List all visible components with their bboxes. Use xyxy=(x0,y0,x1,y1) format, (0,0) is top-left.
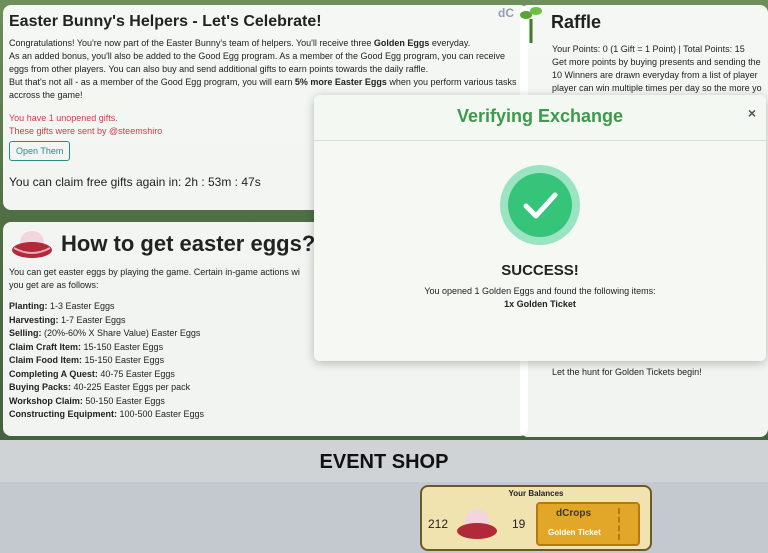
item-label: Completing A Quest: xyxy=(9,368,98,379)
item-value: (20%-60% X Share Value) Easter Eggs xyxy=(41,328,201,338)
item-label: Constructing Equipment: xyxy=(9,409,117,419)
modal-header: Verifying Exchange × xyxy=(314,95,766,141)
helpers-bold-text: Golden Eggs xyxy=(373,38,430,48)
list-item: Completing A Quest: 40-75 Easter Eggs xyxy=(9,368,522,382)
helpers-text: Congratulations! You're now part of the … xyxy=(9,38,374,48)
found-item: 1x Golden Ticket xyxy=(504,299,576,309)
item-label: Workshop Claim: xyxy=(9,395,83,406)
item-label: Harvesting: xyxy=(9,314,59,325)
raffle-points: Your Points: 0 (1 Gift = 1 Point) | Tota… xyxy=(552,44,745,54)
shop-backdrop-lower xyxy=(0,482,768,553)
golden-ticket-icon: dCrops Golden Ticket xyxy=(536,502,640,546)
item-label: Claim Craft Item: xyxy=(9,341,82,352)
item-value: 40-75 Easter Eggs xyxy=(97,368,175,379)
ticket-stub xyxy=(618,508,634,540)
item-label: Selling: xyxy=(9,328,42,338)
helpers-title: Easter Bunny's Helpers - Let's Celebrate… xyxy=(9,13,322,30)
raffle-line: player can win multiple times per day so… xyxy=(552,83,762,93)
easter-egg-basket-icon xyxy=(12,231,52,258)
item-value: 15-150 Easter Eggs xyxy=(81,341,164,352)
item-label: Claim Food Item: xyxy=(9,355,83,365)
easter-egg-basket-icon xyxy=(457,509,497,539)
raffle-description: Your Points: 0 (1 Gift = 1 Point) | Tota… xyxy=(552,43,766,95)
raffle-line: 10 Winners are drawn everyday from a lis… xyxy=(552,70,758,80)
item-value: 1-3 Easter Eggs xyxy=(47,301,115,311)
item-label: Planting: xyxy=(9,301,48,311)
success-message: You opened 1 Golden Eggs and found the f… xyxy=(424,286,656,296)
helpers-text: everyday. xyxy=(429,38,471,48)
modal-title: Verifying Exchange xyxy=(456,106,624,126)
helpers-paragraph-2: As an added bonus, you'll also be added … xyxy=(9,51,506,74)
helpers-paragraph-1: Congratulations! You're now part of the … xyxy=(9,37,522,50)
success-check-icon xyxy=(500,165,580,245)
raffle-tagline: Let the hunt for Golden Tickets begin! xyxy=(552,367,702,377)
item-value: 40-225 Easter Eggs per pack xyxy=(71,382,191,392)
list-item: Buying Packs: 40-225 Easter Eggs per pac… xyxy=(9,381,522,395)
success-check-inner xyxy=(508,173,572,237)
ticket-name: Golden Ticket xyxy=(548,528,601,537)
balances-label: Your Balances xyxy=(508,489,564,498)
item-label: Buying Packs: xyxy=(9,382,72,392)
howto-title: How to get easter eggs? xyxy=(61,231,316,256)
ticket-balance: 19 xyxy=(512,517,526,531)
item-value: 1-7 Easter Eggs xyxy=(58,314,126,325)
list-item: Constructing Equipment: 100-500 Easter E… xyxy=(9,408,522,422)
raffle-line: Get more points by buying presents and s… xyxy=(552,57,761,67)
helpers-bold-text: 5% more Easter Eggs xyxy=(294,77,387,87)
helpers-text: But that's not all - as a member of the … xyxy=(9,77,295,87)
egg-balance: 212 xyxy=(428,517,449,531)
item-value: 50-150 Easter Eggs xyxy=(82,395,165,406)
modal-body: SUCCESS! You opened 1 Golden Eggs and fo… xyxy=(314,141,766,361)
balances-panel: Your Balances 212 19 dCrops Golden Ticke… xyxy=(420,485,652,551)
item-value: 15-150 Easter Eggs xyxy=(82,355,165,365)
checkmark-icon xyxy=(523,192,558,219)
close-icon[interactable]: × xyxy=(748,105,756,121)
item-value: 100-500 Easter Eggs xyxy=(117,409,205,419)
open-gifts-button[interactable]: Open Them xyxy=(9,141,71,161)
sprout-icon xyxy=(520,7,542,43)
event-shop-title: EVENT SHOP xyxy=(319,451,449,473)
ticket-brand: dCrops xyxy=(556,508,591,519)
success-status: SUCCESS! xyxy=(501,262,579,279)
raffle-title: Raffle xyxy=(551,12,602,32)
verifying-exchange-modal: Verifying Exchange × SUCCESS! You opened… xyxy=(314,95,766,361)
list-item: Workshop Claim: 50-150 Easter Eggs xyxy=(9,395,522,409)
